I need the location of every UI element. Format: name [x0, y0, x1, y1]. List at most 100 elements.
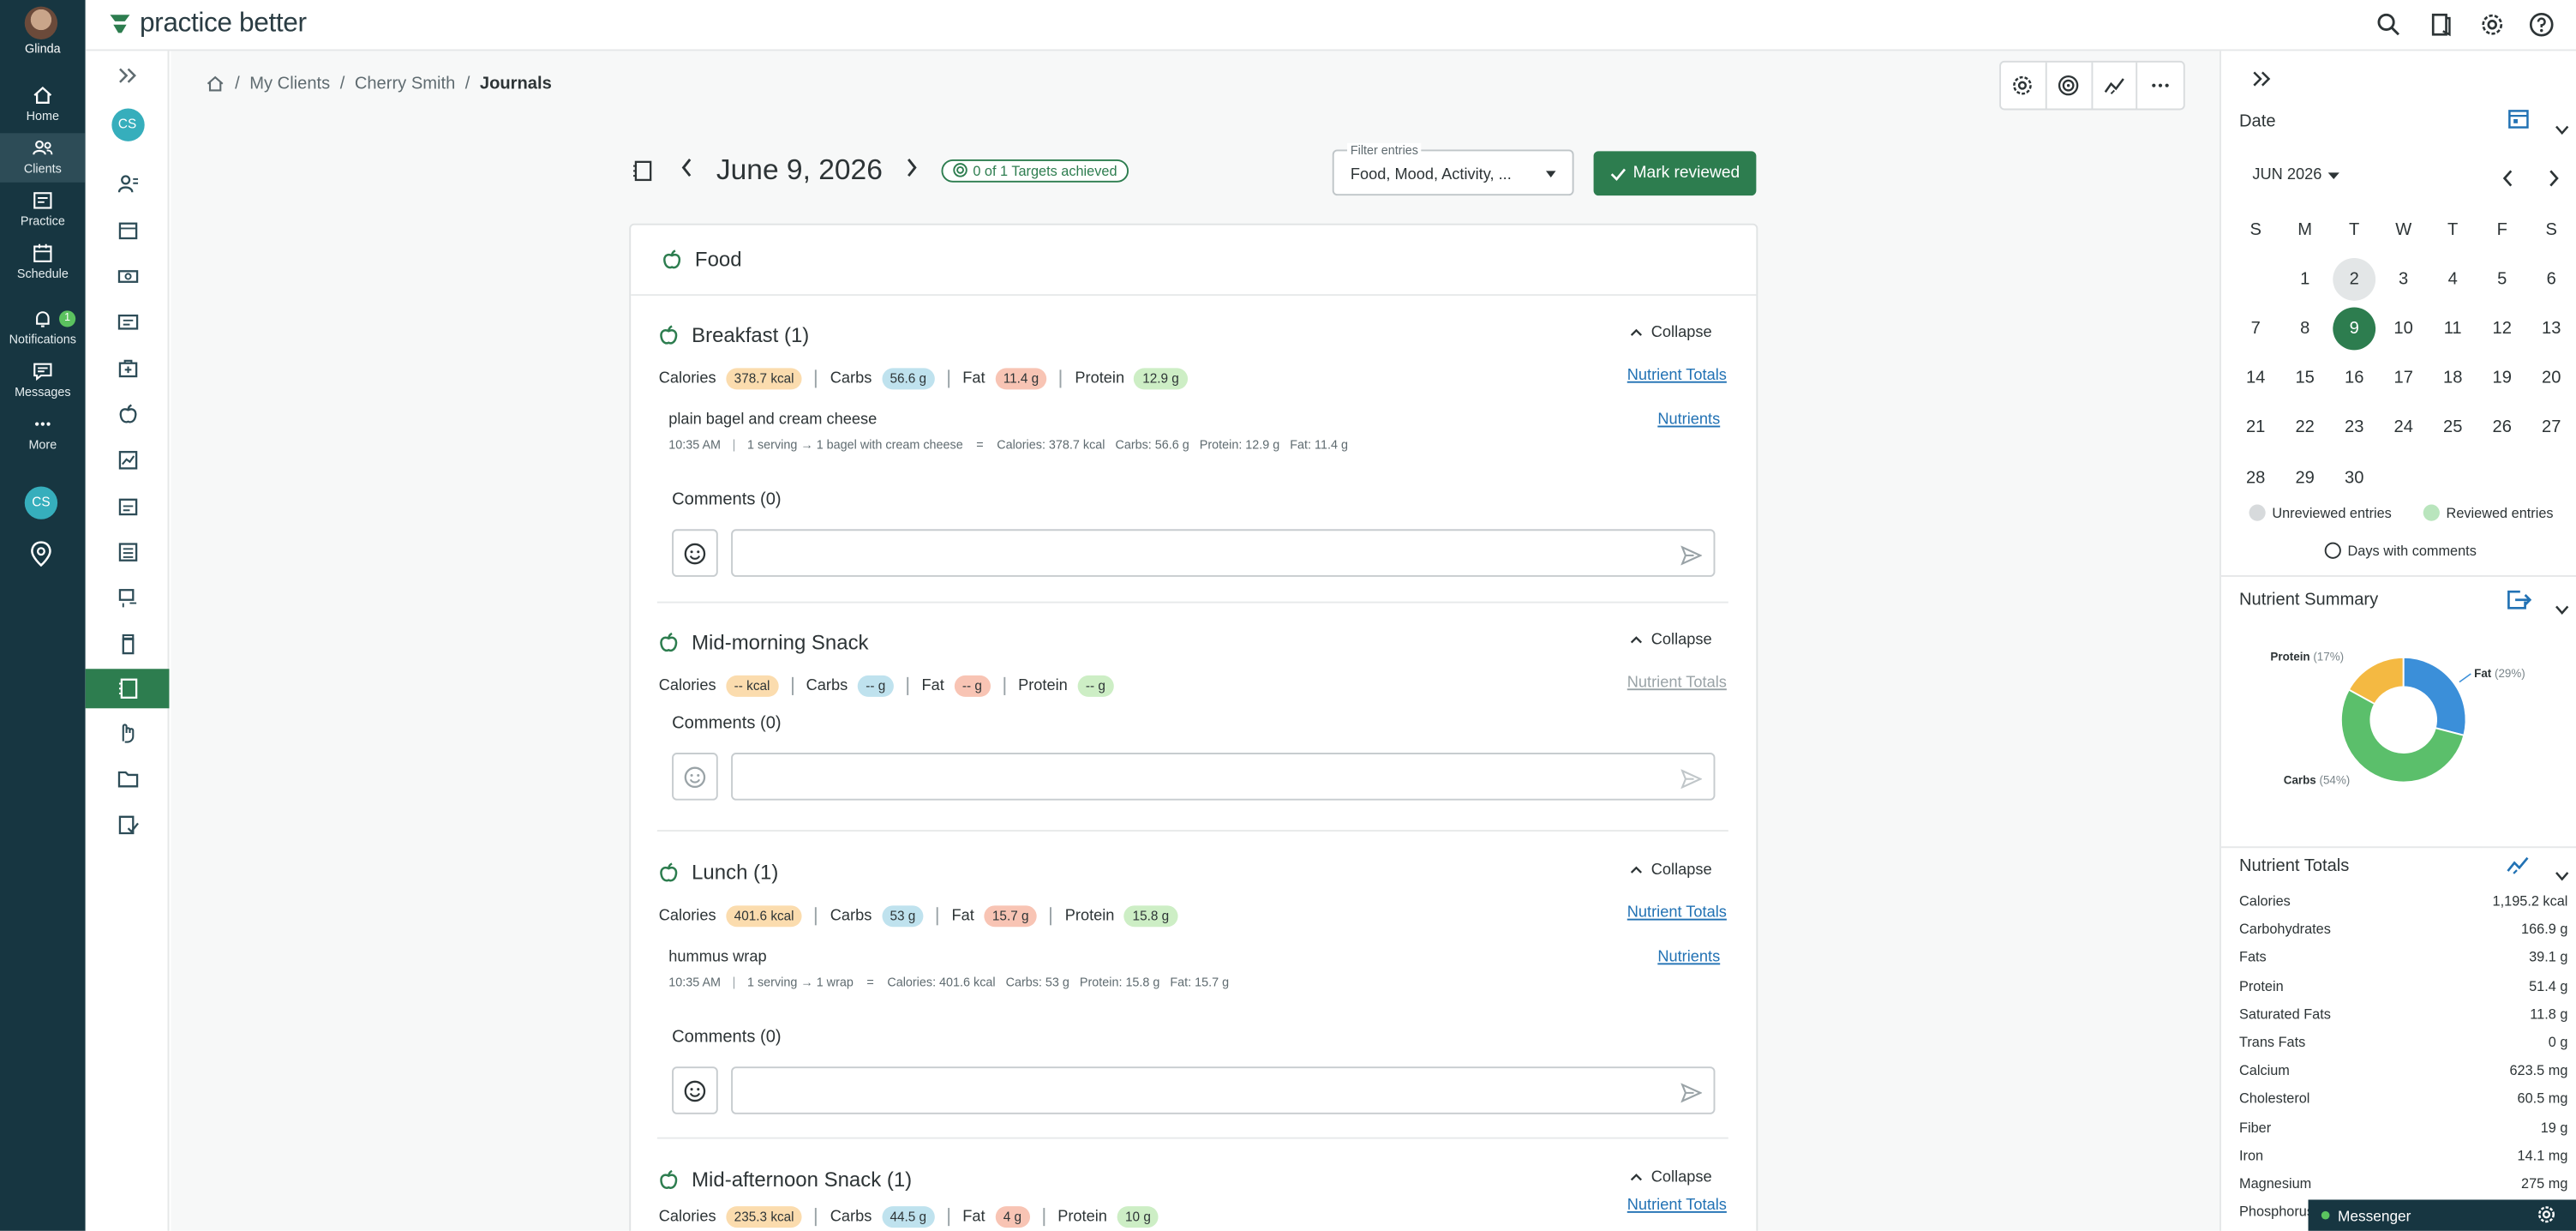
calendar-day[interactable]: 22: [2280, 403, 2330, 453]
user-avatar[interactable]: [24, 6, 58, 40]
more-options-button[interactable]: [2138, 63, 2184, 109]
client-card-tool[interactable]: [86, 304, 170, 340]
search-button[interactable]: [2375, 11, 2402, 38]
calendar-day[interactable]: 23: [2329, 403, 2379, 453]
client-billing-tool[interactable]: [86, 258, 170, 294]
location-pin-icon[interactable]: [30, 541, 53, 575]
calendar-day[interactable]: 11: [2428, 304, 2477, 354]
nav-home[interactable]: Home: [0, 84, 86, 134]
client-list-tool[interactable]: [86, 534, 170, 570]
settings-button[interactable]: [2479, 11, 2506, 38]
calendar-day[interactable]: 13: [2526, 304, 2576, 354]
calendar-day[interactable]: 10: [2379, 304, 2429, 354]
calendar-day[interactable]: 24: [2379, 403, 2429, 453]
calendar-day[interactable]: 2: [2333, 258, 2376, 302]
month-selector[interactable]: JUN 2026: [2252, 166, 2340, 184]
next-month-button[interactable]: [2548, 166, 2559, 196]
calendar-day[interactable]: 9: [2333, 307, 2376, 351]
collapse-button[interactable]: Collapse: [1630, 1168, 1712, 1186]
send-icon[interactable]: [1680, 767, 1703, 797]
client-profile-tool[interactable]: [86, 166, 170, 202]
comment-input[interactable]: [731, 1066, 1716, 1114]
previous-day-button[interactable]: [680, 155, 693, 185]
next-day-button[interactable]: [906, 155, 919, 185]
expand-sidebar-button[interactable]: [86, 57, 170, 93]
totals-section-toggle[interactable]: [2555, 860, 2569, 890]
nutrients-link[interactable]: Nutrients: [1657, 411, 1720, 429]
nav-practice[interactable]: Practice: [0, 189, 86, 238]
client-protocol-tool[interactable]: [86, 580, 170, 616]
messenger-settings-button[interactable]: [2537, 1204, 2556, 1227]
calendar-day[interactable]: 30: [2329, 453, 2379, 502]
calendar-day[interactable]: 17: [2379, 354, 2429, 404]
calendar-day[interactable]: 3: [2379, 255, 2429, 304]
calendar-day[interactable]: 16: [2329, 354, 2379, 404]
nutrient-totals-link[interactable]: Nutrient Totals: [1627, 1197, 1727, 1215]
trends-button[interactable]: [2092, 62, 2138, 109]
calendar-day[interactable]: 21: [2231, 403, 2280, 453]
collapse-button[interactable]: Collapse: [1630, 631, 1712, 649]
donut-slice-fat[interactable]: [2402, 656, 2467, 736]
journal-settings-button[interactable]: [2001, 62, 2047, 109]
send-icon[interactable]: [1680, 1081, 1703, 1111]
client-avatar-nav[interactable]: CS: [24, 486, 58, 519]
calendar-day[interactable]: 18: [2428, 354, 2477, 404]
emoji-button[interactable]: [672, 1066, 718, 1114]
nav-clients[interactable]: Clients: [0, 133, 86, 183]
client-food-tool[interactable]: [86, 396, 170, 432]
calendar-day[interactable]: 28: [2231, 453, 2280, 502]
calendar-day[interactable]: 4: [2428, 255, 2477, 304]
client-files-tool[interactable]: [86, 761, 170, 797]
previous-month-button[interactable]: [2502, 166, 2513, 196]
comment-input[interactable]: [731, 753, 1716, 801]
calendar-day[interactable]: 19: [2477, 354, 2527, 404]
calendar-day[interactable]: 25: [2428, 403, 2477, 453]
calendar-day[interactable]: 5: [2477, 255, 2527, 304]
messenger-bar[interactable]: Messenger: [2308, 1199, 2576, 1231]
filter-entries-select[interactable]: Filter entries Food, Mood, Activity, ...: [1332, 142, 1574, 196]
collapse-button[interactable]: Collapse: [1630, 862, 1712, 880]
export-button[interactable]: [2506, 588, 2532, 619]
client-charts-tool[interactable]: [86, 442, 170, 478]
client-supplements-tool[interactable]: [86, 626, 170, 662]
client-avatar[interactable]: CS: [86, 107, 170, 143]
calendar-day[interactable]: 29: [2280, 453, 2330, 502]
calendar-day[interactable]: 8: [2280, 304, 2330, 354]
client-journals-tool[interactable]: [85, 669, 170, 709]
help-button[interactable]: [2528, 11, 2555, 38]
emoji-button[interactable]: [672, 529, 718, 577]
calendar-day[interactable]: 6: [2526, 255, 2576, 304]
nav-schedule[interactable]: Schedule: [0, 242, 86, 291]
emoji-button[interactable]: [672, 753, 718, 801]
client-plan-tool[interactable]: [86, 488, 170, 524]
calendar-day[interactable]: 12: [2477, 304, 2527, 354]
breadcrumb-client[interactable]: Cherry Smith: [355, 74, 455, 93]
comment-input[interactable]: [731, 529, 1716, 577]
nutrient-trends-button[interactable]: [2506, 853, 2532, 884]
nutrient-totals-link[interactable]: Nutrient Totals: [1627, 367, 1727, 385]
calendar-picker-button[interactable]: [2507, 107, 2530, 138]
targets-button[interactable]: [2046, 62, 2093, 109]
summary-section-toggle[interactable]: [2555, 593, 2569, 623]
targets-pill[interactable]: 0 of 1 Targets achieved: [941, 159, 1129, 182]
food-item[interactable]: hummus wrap 10:35 AM | 1 serving → 1 wra…: [668, 948, 1728, 989]
client-sessions-tool[interactable]: [86, 212, 170, 248]
calendar-day[interactable]: 15: [2280, 354, 2330, 404]
calendar-day[interactable]: 14: [2231, 354, 2280, 404]
client-activity-tool[interactable]: [86, 715, 170, 751]
date-section-toggle[interactable]: [2555, 113, 2569, 143]
food-item[interactable]: plain bagel and cream cheese 10:35 AM | …: [668, 411, 1728, 452]
calendar-day[interactable]: 26: [2477, 403, 2527, 453]
mark-reviewed-button[interactable]: Mark reviewed: [1593, 151, 1757, 196]
nav-messages[interactable]: Messages: [0, 360, 86, 410]
collapse-panel-button[interactable]: [2252, 66, 2272, 96]
home-icon[interactable]: [206, 74, 225, 93]
send-icon[interactable]: [1680, 544, 1703, 574]
client-health-tool[interactable]: [86, 350, 170, 386]
logo[interactable]: practice better: [109, 9, 307, 39]
calendar-day[interactable]: 27: [2526, 403, 2576, 453]
nav-more[interactable]: More: [0, 412, 86, 462]
client-tasks-tool[interactable]: [86, 807, 170, 843]
collapse-button[interactable]: Collapse: [1630, 324, 1712, 342]
calendar-day[interactable]: 20: [2526, 354, 2576, 404]
